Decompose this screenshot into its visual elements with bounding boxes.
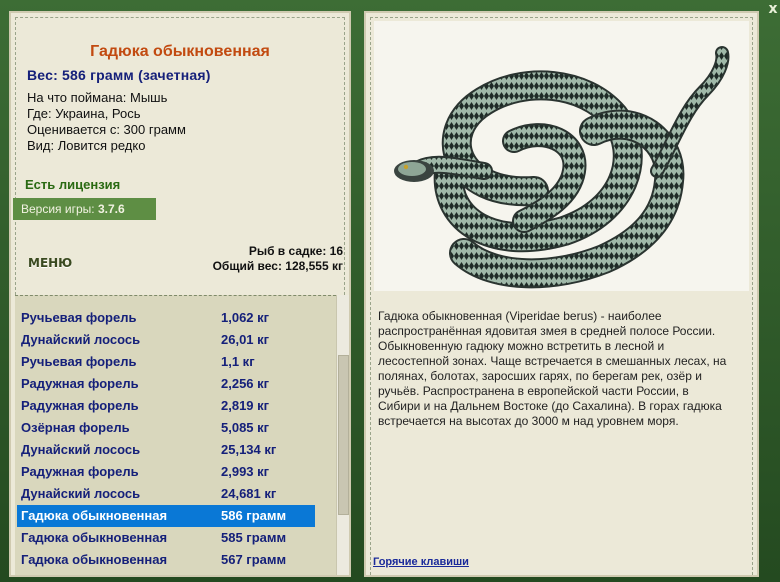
catch-list-row[interactable]: Дунайский лосось 24,681 кг [17,483,315,505]
catch-weight: 560 грамм [221,571,286,575]
fish-title: Гадюка обыкновенная [90,43,270,60]
catch-weight: 25,134 кг [221,442,277,457]
fish-image [374,21,749,291]
close-button[interactable]: x [766,0,780,18]
catch-name: Гадюка обыкновенная [21,552,168,567]
catch-list-row[interactable]: Гадюка обыкновенная 560 грамм [17,571,315,575]
catch-name: Ручьевая форель [21,354,137,369]
catch-name: Гадюка обыкновенная [21,571,167,575]
catch-name: Ручьевая форель [21,310,137,325]
catch-name: Дунайский лосось [21,486,141,501]
catch-weight: 24,681 кг [221,486,277,501]
place-info: Где: Украина, Рось [27,106,141,121]
catch-list-row[interactable]: Дунайский лосось 26,01 кг [17,329,315,351]
catch-list-row[interactable]: Радужная форель 2,993 кг [17,461,315,483]
min-weight-info: Оценивается с: 300 грамм [27,122,186,137]
fish-info-panel: Гадюка обыкновенная Вес: 586 грамм (заче… [9,11,351,577]
catch-list-row[interactable]: Ручьевая форель 1,1 кг [17,351,315,373]
catch-name: Радужная форель [21,376,139,391]
catch-weight: 1,062 кг [221,310,270,325]
list-scrollbar[interactable] [336,295,349,575]
catch-name: Дунайский лосось [21,442,141,457]
catch-list-row[interactable]: Радужная форель 2,256 кг [17,373,315,395]
catch-list[interactable]: Ручьевая форель 1,062 кг Дунайский лосось 2… [15,295,336,575]
version-badge: Версия игры: 3.7.6 [13,198,156,220]
catch-name: Гадюка обыкновенная [21,508,168,523]
catch-name: Радужная форель [21,464,139,479]
catch-list-row[interactable]: Гадюка обыкновенная 586 грамм [17,505,315,527]
catch-weight: 586 грамм [221,508,287,523]
scrollbar-thumb[interactable] [338,355,349,515]
cage-stats: Рыб в садке: 16 Общий вес: 128,555 кг [213,244,343,274]
catch-weight: 26,01 кг [221,332,270,347]
version-value: 3.7.6 [97,202,125,216]
catch-name: Радужная форель [21,398,139,413]
catch-list-row[interactable]: Дунайский лосось 25,134 кг [17,439,315,461]
catch-weight: 567 грамм [221,552,287,567]
catch-list-row[interactable]: Озёрная форель 5,085 кг [17,417,315,439]
fish-count: Рыб в садке: 16 [248,244,343,258]
menu-button[interactable]: МЕНЮ [28,256,72,270]
catch-list-row[interactable]: Гадюка обыкновенная 585 грамм [17,527,315,549]
catch-rarity-info: Вид: Ловится редко [27,138,146,153]
catch-weight: 2,993 кг [221,464,270,479]
license-status: Есть лицензия [25,177,121,192]
fish-description: Гадюка обыкновенная (Viperidae berus) - … [378,309,727,428]
catch-list-row[interactable]: Ручьевая форель 1,062 кг [17,307,315,329]
catch-weight: 5,085 кг [221,420,270,435]
bait-info: На что поймана: Мышь [27,90,168,105]
hotkeys-link[interactable]: Горячие клавиши [373,556,469,568]
catch-name: Озёрная форель [21,420,130,435]
catch-weight: 1,1 кг [221,354,255,369]
catch-name: Гадюка обыкновенная [21,530,168,545]
catch-weight: 2,256 кг [221,376,270,391]
total-weight: Общий вес: 128,555 кг [212,259,343,273]
fish-detail-panel: Гадюка обыкновенная (Viperidae berus) - … [364,11,759,577]
catch-list-row[interactable]: Гадюка обыкновенная 567 грамм [17,549,315,571]
catch-weight: 2,819 кг [221,398,270,413]
fish-weight: Вес: 586 грамм (зачетная) [27,67,211,83]
version-label: Версия игры: [21,202,95,216]
catch-list-row[interactable]: Радужная форель 2,819 кг [17,395,315,417]
viper-illustration [394,46,730,289]
catch-weight: 585 грамм [221,530,287,545]
catch-name: Дунайский лосось [21,332,141,347]
